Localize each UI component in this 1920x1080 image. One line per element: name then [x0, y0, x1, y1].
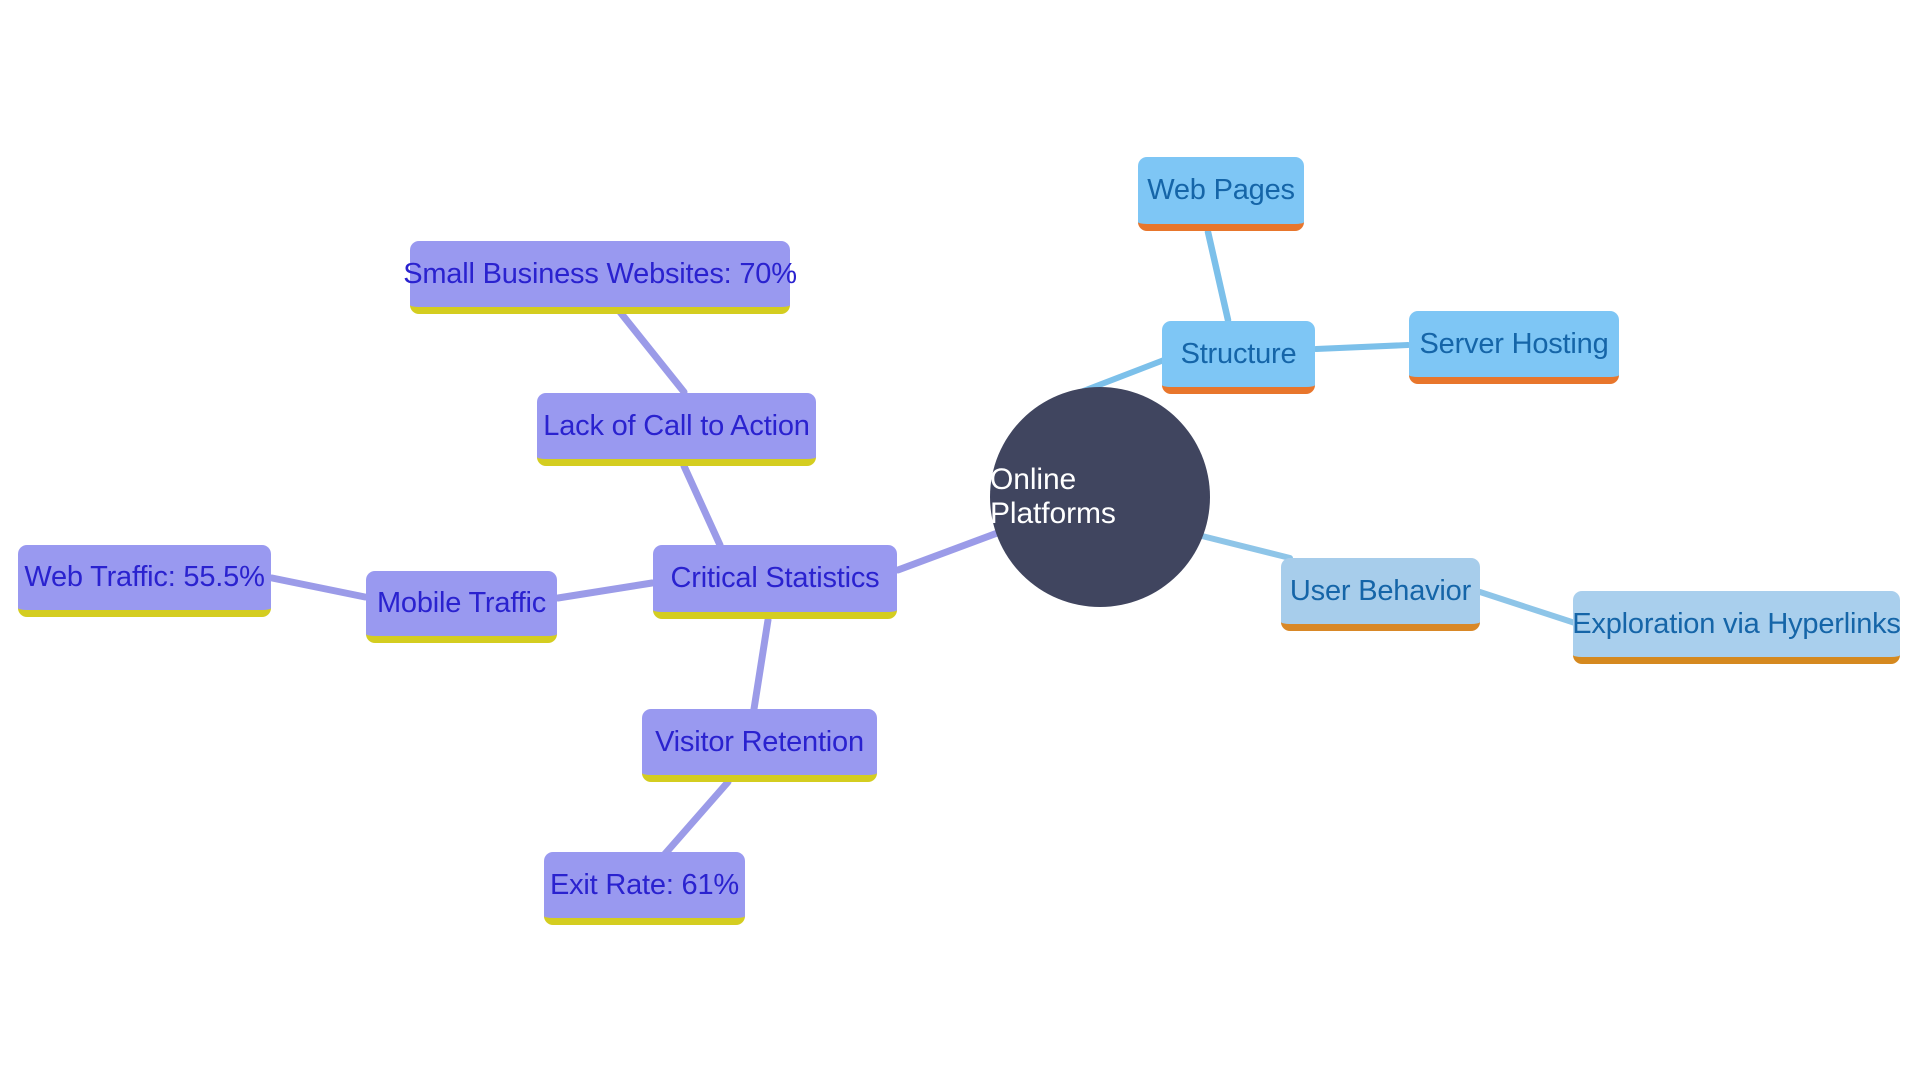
- node-user-behavior[interactable]: User Behavior: [1281, 558, 1480, 631]
- node-label-server-hosting: Server Hosting: [1419, 327, 1609, 360]
- node-label-small-business-websites: Small Business Websites: 70%: [403, 257, 797, 290]
- edge-user-behavior-to-exploration-via-hyperlinks: [1477, 589, 1578, 626]
- edge-online-platforms-to-critical-statistics: [894, 528, 1004, 574]
- node-label-web-traffic: Web Traffic: 55.5%: [24, 561, 265, 593]
- mindmap-canvas: Web Pages Structure Server Hosting User Beh…: [0, 0, 1920, 1080]
- node-label-structure: Structure: [1180, 337, 1297, 370]
- edge-structure-to-server-hosting: [1313, 342, 1411, 352]
- node-exploration-via-hyperlinks[interactable]: Exploration via Hyperlinks: [1572, 591, 1901, 664]
- node-server-hosting[interactable]: Server Hosting: [1409, 311, 1619, 384]
- node-label-critical-statistics: Critical Statistics: [670, 562, 880, 594]
- node-structure[interactable]: Structure: [1162, 321, 1315, 394]
- node-web-pages[interactable]: Web Pages: [1138, 157, 1304, 231]
- node-label-lack-of-call-to-action: Lack of Call to Action: [543, 409, 810, 442]
- root-node-online-platforms[interactable]: Online Platforms: [990, 387, 1210, 607]
- node-exit-rate[interactable]: Exit Rate: 61%: [544, 852, 745, 925]
- node-label-exit-rate: Exit Rate: 61%: [549, 868, 739, 901]
- node-visitor-retention[interactable]: Visitor Retention: [642, 709, 877, 782]
- edge-layer: [268, 228, 1578, 859]
- edge-structure-to-web-pages: [1204, 228, 1232, 324]
- node-mobile-traffic[interactable]: Mobile Traffic: [366, 571, 557, 643]
- node-label-mobile-traffic: Mobile Traffic: [376, 587, 547, 619]
- node-label-exploration-via-hyperlinks: Exploration via Hyperlinks: [1572, 607, 1901, 640]
- node-label-visitor-retention: Visitor Retention: [655, 725, 864, 758]
- edge-online-platforms-to-user-behavior: [1191, 531, 1293, 561]
- edge-critical-statistics-to-lack-of-call-to-action: [680, 462, 724, 549]
- node-critical-statistics[interactable]: Critical Statistics: [653, 545, 897, 619]
- edge-visitor-retention-to-exit-rate: [660, 778, 732, 859]
- node-lack-of-call-to-action[interactable]: Lack of Call to Action: [537, 393, 816, 466]
- node-web-traffic[interactable]: Web Traffic: 55.5%: [18, 545, 271, 617]
- root-node-label: Online Platforms: [990, 463, 1116, 530]
- edge-mobile-traffic-to-web-traffic: [268, 574, 369, 601]
- node-label-user-behavior: User Behavior: [1289, 574, 1472, 607]
- node-small-business-websites[interactable]: Small Business Websites: 70%: [403, 241, 797, 314]
- edge-lack-of-call-to-action-to-small-business-websites: [616, 308, 688, 396]
- edge-critical-statistics-to-visitor-retention: [750, 616, 772, 713]
- node-label-web-pages: Web Pages: [1147, 174, 1295, 206]
- edge-critical-statistics-to-mobile-traffic: [554, 579, 656, 602]
